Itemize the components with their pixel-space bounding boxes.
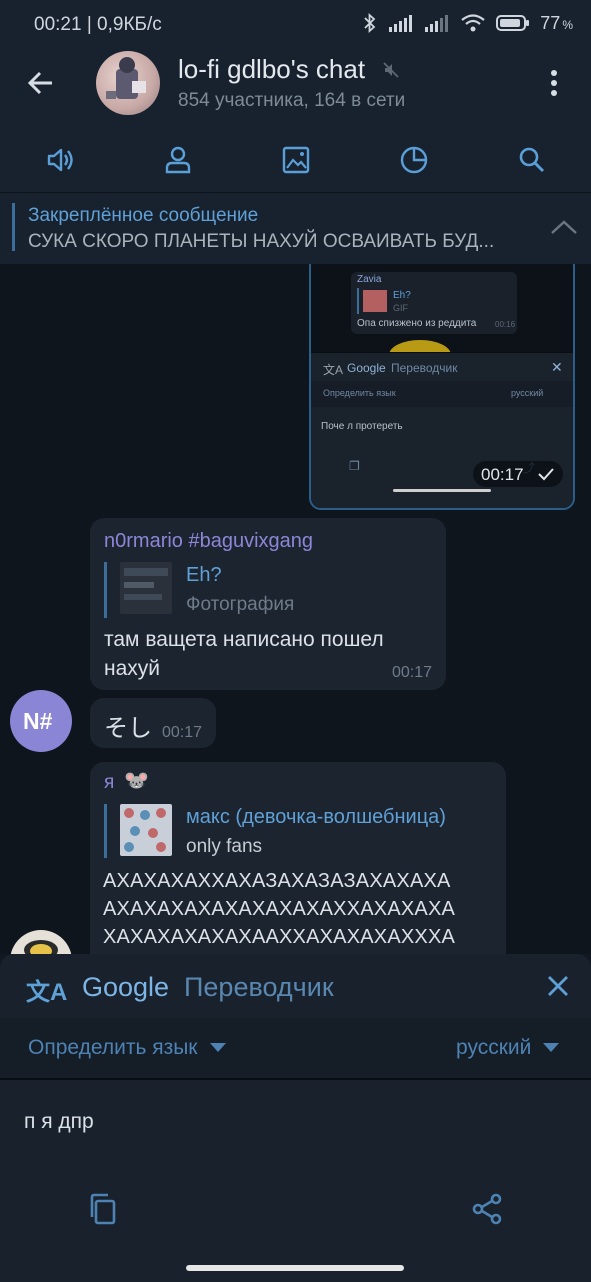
more-menu-icon[interactable] (543, 68, 565, 98)
reply-accent-bar (104, 562, 107, 618)
muted-icon (383, 62, 399, 78)
reply-thumbnail (120, 804, 172, 856)
message-text-line3: ХАХАХАХАХАХААХХАХАХАХАХХХА (103, 926, 456, 948)
battery-level: 77 (540, 12, 561, 33)
translator-brand: Google (82, 972, 170, 1002)
members-icon[interactable] (162, 144, 194, 176)
reply-accent-bar (104, 804, 107, 858)
reply-thumbnail (120, 562, 172, 614)
reply-title: Eh? (186, 564, 222, 586)
translator-service: Переводчик (184, 972, 334, 1002)
reply-title: макс (девочка-волшебница) (186, 806, 446, 828)
chevron-up-icon[interactable] (550, 218, 578, 236)
bluetooth-icon (364, 12, 376, 34)
read-check-icon (538, 468, 554, 481)
voice-chat-icon[interactable] (44, 144, 76, 176)
message-sender[interactable]: n0rmario #baguvixgang (104, 530, 313, 553)
status-time: 00:21 | 0,9КБ/с (34, 14, 162, 35)
chat-title[interactable]: lo-fi gdlbo's chat (178, 54, 365, 85)
reply-subtitle: only fans (186, 836, 263, 857)
image-time-badge: 00:17 (473, 461, 563, 487)
chat-subtitle: 854 участника, 164 в сети (178, 90, 406, 111)
target-language-label: русский (456, 1036, 532, 1059)
copy-icon[interactable] (88, 1192, 118, 1226)
pinned-message[interactable] (0, 192, 591, 265)
avatar-partial[interactable] (10, 930, 72, 954)
translate-icon: 文A (26, 979, 68, 1006)
inner-tr-lang: русский (511, 388, 544, 398)
inner-reply-title: Eh? (393, 290, 411, 301)
pinned-accent-bar (12, 203, 15, 251)
message-time: 00:17 (392, 664, 433, 681)
battery-unit: % (562, 18, 573, 32)
message-text-line1: там ващета написано пошел (104, 628, 384, 651)
pinned-text: СУКА СКОРО ПЛАНЕТЫ НАХУЙ ОСВАИВАТЬ БУД..… (28, 231, 495, 252)
translator-header: 文A Google Переводчик (0, 954, 591, 1018)
share-icon[interactable] (470, 1192, 504, 1226)
media-icon[interactable] (280, 144, 312, 176)
source-language-select[interactable]: Определить язык (28, 1036, 226, 1060)
language-selector-row: Определить язык русский (0, 1018, 591, 1078)
statistics-icon[interactable] (398, 144, 430, 176)
message-text-line2: нахуй (104, 657, 161, 680)
message-sender[interactable]: я (104, 772, 114, 794)
inner-tr-brand: Google (347, 361, 386, 375)
avatar-n-hash[interactable]: N# (10, 690, 72, 752)
inner-tr-service: Переводчик (391, 361, 458, 375)
battery-icon (496, 15, 530, 31)
back-arrow-icon[interactable] (26, 68, 56, 98)
reply-subtitle: Фотография (186, 594, 295, 615)
message-time: 00:17 (162, 724, 203, 741)
source-language-label: Определить язык (28, 1036, 198, 1059)
target-language-select[interactable]: русский (456, 1036, 560, 1060)
avatar-initials: N# (23, 708, 53, 734)
signal-2-icon (425, 15, 449, 32)
status-bar: 00:21 | 0,9КБ/с 77% (0, 0, 591, 48)
inner-reply-sub: GIF (393, 303, 408, 313)
message-text-line1: АХАХАХАХХАХАЗАХАЗАЗАХАХАХА (103, 870, 451, 892)
screenshot-image-message[interactable]: Zavia Eh? GIF Опа спизжено из реддита 00… (309, 264, 575, 510)
dropdown-arrow-icon (543, 1043, 560, 1052)
message-bubble-me[interactable]: я 🐭 макс (девочка-волшебница) only fans … (90, 762, 506, 954)
wifi-icon (461, 14, 485, 32)
message-bubble-n0rmario[interactable]: n0rmario #baguvixgang Eh? Фотография там… (90, 518, 446, 690)
translated-text[interactable]: п я дпр (24, 1110, 94, 1134)
mouse-emoji-icon: 🐭 (124, 770, 149, 792)
signal-icon (389, 15, 413, 32)
chat-avatar[interactable] (96, 51, 160, 115)
message-bubble-so[interactable]: そし 00:17 (90, 698, 216, 748)
message-text-line2: АХАХАХАХАХАХАХАХАХХАХАХАХА (103, 898, 456, 920)
chat-messages[interactable]: Zavia Eh? GIF Опа спизжено из реддита 00… (0, 264, 591, 954)
search-icon[interactable] (516, 144, 548, 176)
inner-sender: Zavia (357, 274, 382, 285)
translation-body: п я дпр (0, 1078, 591, 1282)
inner-reply-thumb (363, 290, 387, 312)
inner-message-bubble: Zavia Eh? GIF Опа спизжено из реддита 00… (351, 272, 517, 334)
inner-tr-text: Поче л протереть (321, 421, 403, 432)
image-time: 00:17 (481, 465, 524, 484)
status-icons: 77% (362, 12, 573, 34)
pinned-title: Закреплённое сообщение (28, 205, 259, 226)
gesture-nav-bar[interactable] (186, 1265, 404, 1271)
inner-text: Опа спизжено из реддита (357, 318, 477, 329)
message-text: そし (104, 715, 152, 742)
inner-tr-detect: Определить язык (323, 388, 396, 398)
chat-tools-row (0, 130, 591, 192)
dropdown-arrow-icon (209, 1043, 226, 1052)
close-icon[interactable] (546, 974, 570, 998)
inner-time: 00:16 (495, 320, 516, 329)
